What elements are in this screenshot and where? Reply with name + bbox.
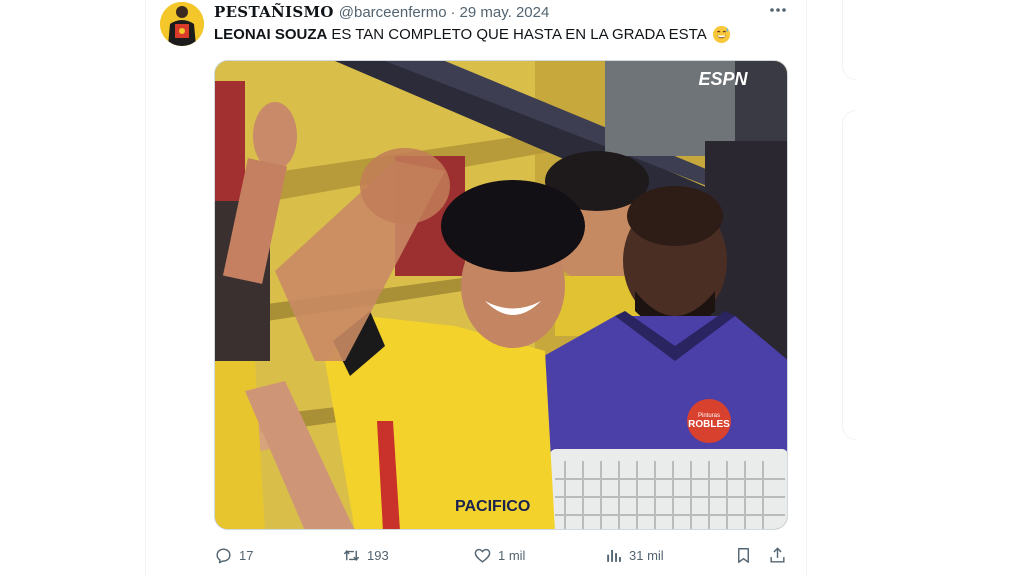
jersey-text: PACIFICO [455,498,530,515]
heart-icon [474,548,491,563]
repost-button[interactable]: 193 [342,542,389,568]
timeline-right-border [806,0,807,576]
bookmark-icon [738,547,749,563]
tweet-text: LEONAI SOUZA ES TAN COMPLETO QUE HASTA E… [214,25,731,44]
sidebar-card-top [842,0,856,80]
repost-count: 193 [367,547,389,563]
tweet-photo[interactable]: Pinturas ROBLES PACIFICO ESPN [214,60,788,530]
tweet-text-body: ES TAN COMPLETO QUE HASTA EN LA GRADA ES… [331,26,707,43]
more-icon [770,8,786,12]
views-button[interactable]: 31 mil [604,542,664,568]
avatar[interactable] [160,2,204,46]
separator-dot: · [450,3,456,21]
tweet-date[interactable]: 29 may. 2024 [460,4,550,21]
tweet-header: PESTAÑISMO @barceenfermo · 29 may. 2024 [214,2,549,22]
tweet[interactable]: PESTAÑISMO @barceenfermo · 29 may. 2024 … [160,0,800,576]
reply-icon [216,547,231,563]
tweet-text-mention: LEONAI SOUZA [214,26,328,43]
share-button[interactable] [768,542,793,568]
display-name[interactable]: PESTAÑISMO [214,3,334,21]
tweet-actions: 17 193 1 mil 31 mil [214,542,794,568]
like-button[interactable]: 1 mil [473,542,525,568]
reply-count: 17 [239,547,254,563]
bookmark-button[interactable] [734,542,759,568]
share-icon [770,546,785,563]
grinning-sweat-face-icon [712,25,730,44]
bib-brand: ROBLES [688,419,730,430]
timeline-left-border [145,0,146,576]
reply-button[interactable]: 17 [214,542,253,568]
view-count: 31 mil [629,547,664,563]
analytics-icon [607,549,621,562]
repost-icon [343,549,360,561]
sidebar-card [842,110,856,440]
more-options-button[interactable] [766,0,790,20]
espn-watermark: ESPN [698,69,748,89]
user-handle[interactable]: @barceenfermo [339,4,447,21]
like-count: 1 mil [498,547,526,563]
